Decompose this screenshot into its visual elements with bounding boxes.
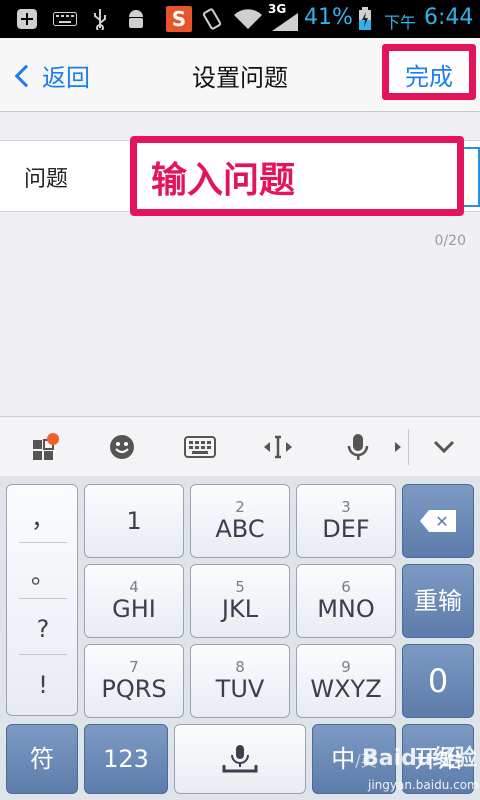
- microphone-icon[interactable]: [338, 429, 378, 465]
- zero-label: 0: [427, 662, 449, 700]
- baidu-watermark-url: jingyan.baidu.com: [368, 778, 479, 792]
- key-number: 9: [341, 658, 351, 676]
- key-number: 4: [129, 578, 139, 596]
- baidu-watermark-logo: Baidu经验: [362, 746, 477, 771]
- wifi-icon: [232, 7, 264, 31]
- key-label: WXYZ: [310, 675, 382, 703]
- done-button-highlight[interactable]: 完成: [382, 44, 476, 100]
- space-mic-icon: [222, 745, 258, 773]
- question-input-highlight[interactable]: 输入问题: [130, 136, 464, 216]
- character-counter: 0/20: [434, 233, 466, 249]
- lang-label: 中: [331, 745, 356, 773]
- punct-key-comma[interactable]: ，: [19, 491, 67, 543]
- toolbar-divider: [408, 429, 409, 465]
- more-arrow-icon[interactable]: [390, 429, 406, 465]
- navigation-bar: 返回 设置问题 完成: [0, 38, 480, 112]
- key-label: TUV: [215, 675, 265, 703]
- numeric-key[interactable]: 123: [84, 724, 168, 794]
- key-3-def[interactable]: 3 DEF: [296, 484, 396, 558]
- screen: S 3G 41% 下午 6:44 返回 设置问题 完成 问题 输入问题 0/20…: [0, 0, 480, 800]
- key-8-tuv[interactable]: 8 TUV: [190, 644, 290, 718]
- keyboard-layout-icon[interactable]: [180, 429, 220, 465]
- hide-keyboard-chevron-icon[interactable]: [424, 429, 464, 465]
- numeric-label: 123: [103, 745, 149, 773]
- delete-key[interactable]: ✕: [402, 484, 474, 558]
- key-number: 8: [235, 658, 245, 676]
- backspace-icon: ✕: [420, 510, 456, 532]
- punctuation-column[interactable]: ， 。 ? !: [6, 484, 78, 716]
- question-label: 问题: [24, 167, 69, 192]
- reinput-key[interactable]: 重输: [402, 564, 474, 638]
- signal-icon: [270, 10, 300, 34]
- key-4-ghi[interactable]: 4 GHI: [84, 564, 184, 638]
- usb-icon: [88, 7, 112, 31]
- battery-percent: 41%: [304, 5, 353, 30]
- cursor-move-icon[interactable]: [258, 429, 298, 465]
- keyboard-toolbar: [0, 416, 480, 476]
- sogou-input-icon: S: [166, 6, 192, 32]
- punct-key-question[interactable]: ?: [19, 603, 67, 655]
- key-1[interactable]: 1: [84, 484, 184, 558]
- input-hint-annotation: 输入问题: [151, 160, 296, 201]
- key-2-abc[interactable]: 2 ABC: [190, 484, 290, 558]
- status-bar: S 3G 41% 下午 6:44: [0, 0, 480, 38]
- key-label: GHI: [112, 595, 156, 623]
- add-notification-icon: [14, 7, 40, 31]
- keyboard-notification-icon: [52, 7, 78, 31]
- clock: 6:44: [424, 5, 474, 30]
- punct-key-exclamation[interactable]: !: [19, 659, 67, 711]
- punct-key-period[interactable]: 。: [19, 547, 67, 599]
- symbol-label: 符: [30, 745, 54, 773]
- key-label: DEF: [322, 515, 370, 543]
- time-period: 下午: [384, 13, 417, 32]
- key-number: 3: [341, 498, 351, 516]
- space-voice-key[interactable]: [174, 724, 306, 794]
- key-label: PQRS: [101, 675, 167, 703]
- key-label: JKL: [221, 595, 259, 623]
- key-6-mno[interactable]: 6 MNO: [296, 564, 396, 638]
- key-number: 5: [235, 578, 245, 596]
- done-button[interactable]: 完成: [389, 57, 469, 92]
- key-5-jkl[interactable]: 5 JKL: [190, 564, 290, 638]
- apps-grid-icon[interactable]: [24, 429, 64, 465]
- key-number: 2: [235, 498, 245, 516]
- symbol-key[interactable]: 符: [6, 724, 78, 794]
- key-number: 7: [129, 658, 139, 676]
- android-debug-icon: [124, 7, 148, 31]
- key-label: ABC: [215, 515, 265, 543]
- battery-charging-icon: [356, 7, 374, 31]
- reinput-label: 重输: [414, 587, 462, 615]
- key-9-wxyz[interactable]: 9 WXYZ: [296, 644, 396, 718]
- key-label: MNO: [317, 595, 375, 623]
- key-label: 1: [126, 507, 142, 535]
- vibrate-icon: [200, 7, 224, 31]
- key-number: 6: [341, 578, 351, 596]
- key-7-pqrs[interactable]: 7 PQRS: [84, 644, 184, 718]
- emoji-icon[interactable]: [102, 429, 142, 465]
- zero-key[interactable]: 0: [402, 644, 474, 718]
